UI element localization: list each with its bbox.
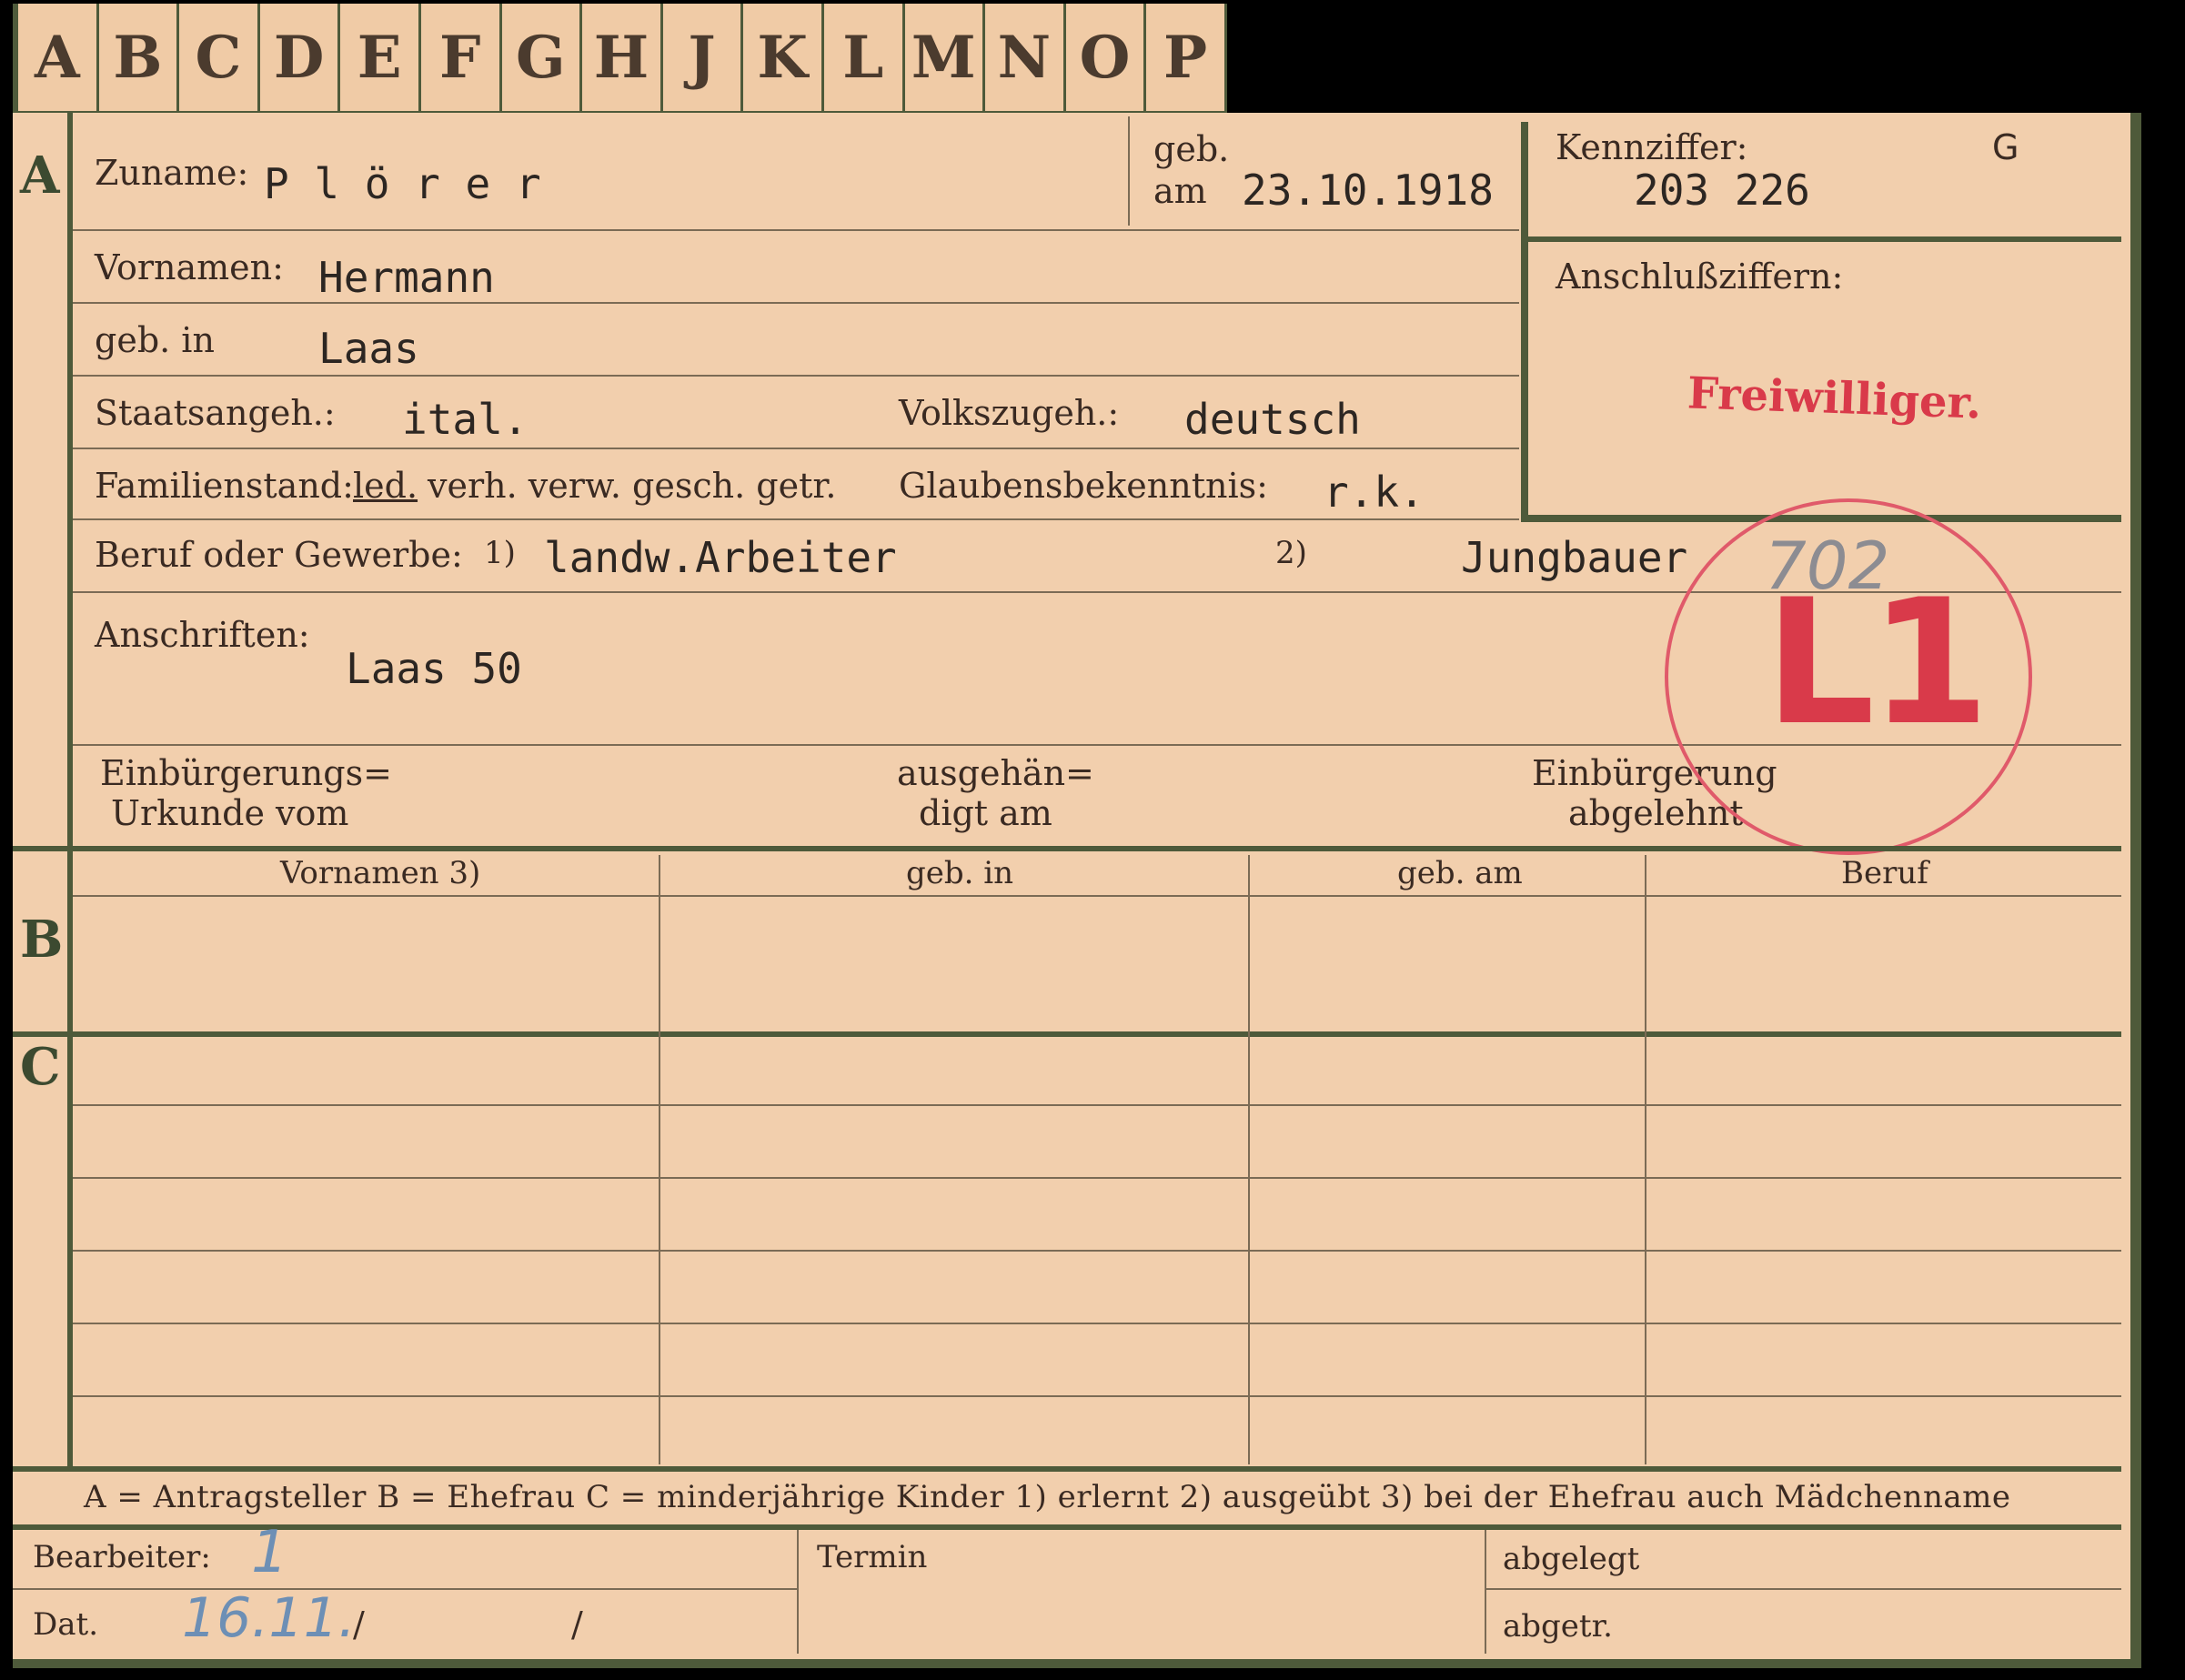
familienstand-options: verh. verw. gesch. getr.	[428, 466, 837, 506]
beruf-footnote-1: 1)	[484, 535, 516, 571]
tab-letter: J	[663, 4, 744, 111]
divider	[67, 850, 73, 1468]
table-row-line	[73, 1177, 2121, 1179]
bearbeiter-value: 1	[251, 1519, 288, 1586]
geb-in-value: Laas	[318, 324, 419, 373]
dat-label: Dat.	[33, 1606, 99, 1643]
divider	[659, 855, 660, 1464]
divider	[73, 895, 2121, 897]
kennziffer-box	[1521, 122, 2121, 522]
bearbeiter-label: Bearbeiter:	[33, 1539, 211, 1575]
anschlussziffern-label: Anschlußziffern:	[1556, 257, 1844, 297]
divider	[73, 302, 1519, 304]
table-row-line	[73, 1395, 2121, 1397]
kennziffer-value: 203 226	[1634, 166, 1810, 215]
beruf-ausgeuebt-value: Jungbauer	[1461, 533, 1688, 582]
divider	[73, 518, 1519, 520]
table-row-line	[73, 1250, 2121, 1252]
geb-in-label: geb. in	[95, 320, 215, 360]
kennziffer-code: G	[1992, 127, 2019, 167]
zuname-label: Zuname:	[95, 153, 249, 193]
divider	[67, 113, 73, 850]
dat-value: 16.11.	[182, 1586, 356, 1650]
tab-letter: A	[13, 4, 99, 111]
einbuergerungsurkunde-label-1: Einbürgerungs=	[100, 753, 392, 793]
glaubensbekenntnis-value: r.k.	[1324, 468, 1425, 517]
tab-letter: C	[179, 4, 260, 111]
volkszugeh-label: Volkszugeh.:	[899, 393, 1120, 433]
table-row-line	[73, 1323, 2121, 1324]
divider	[1128, 116, 1130, 226]
divider	[1521, 236, 2121, 242]
vornamen-value: Hermann	[318, 253, 495, 302]
index-tab-strip: A B C D E F G H J K L M N O P	[13, 4, 1227, 116]
glaubensbekenntnis-label: Glaubensbekenntnis:	[899, 466, 1268, 506]
vornamen-label: Vornamen:	[95, 247, 284, 287]
staatsangeh-label: Staatsangeh.:	[95, 393, 336, 433]
divider	[797, 1530, 799, 1654]
tab-letter: P	[1146, 4, 1227, 111]
divider	[1645, 855, 1646, 1464]
beruf-erlernt-value: landw.Arbeiter	[544, 533, 897, 582]
abgetr-label: abgetr.	[1503, 1608, 1613, 1645]
divider	[1485, 1588, 2121, 1590]
tab-letter: L	[824, 4, 905, 111]
divider	[13, 1031, 2121, 1037]
tab-letter: B	[99, 4, 180, 111]
divider	[13, 1588, 797, 1590]
divider	[73, 375, 1519, 377]
section-b-marker: B	[20, 910, 64, 970]
geb-label: geb.	[1153, 129, 1230, 169]
divider	[1485, 1530, 1486, 1654]
abgelegt-label: abgelegt	[1503, 1541, 1640, 1577]
table-header-beruf: Beruf	[1841, 855, 1928, 891]
termin-label: Termin	[817, 1539, 928, 1575]
table-header-geb-in: geb. in	[906, 855, 1014, 891]
tab-letter: K	[743, 4, 824, 111]
dat-slash: /	[353, 1605, 365, 1645]
anschriften-value: Laas 50	[346, 644, 522, 693]
dat-slash: /	[571, 1605, 583, 1645]
divider	[73, 229, 1519, 231]
table-header-vornamen: Vornamen 3)	[280, 855, 481, 891]
beruf-footnote-2: 2)	[1275, 535, 1307, 571]
divider	[1248, 855, 1250, 1464]
beruf-label: Beruf oder Gewerbe:	[95, 535, 463, 575]
volkszugeh-value: deutsch	[1184, 395, 1361, 444]
anschriften-label: Anschriften:	[95, 615, 310, 655]
table-header-geb-am: geb. am	[1397, 855, 1523, 891]
tab-letter: O	[1066, 4, 1147, 111]
stamp-number: 702	[1765, 528, 1890, 604]
ausgehaendigt-label-2: digt am	[919, 793, 1052, 833]
divider	[13, 846, 2121, 851]
kennziffer-label: Kennziffer:	[1556, 127, 1748, 167]
geb-am-value: 23.10.1918	[1242, 166, 1494, 215]
freiwilliger-stamp: Freiwilliger.	[1687, 367, 1983, 429]
section-c-marker: C	[20, 1037, 61, 1097]
tab-letter: G	[502, 4, 583, 111]
tab-letter: E	[340, 4, 421, 111]
section-a-marker: A	[20, 146, 60, 206]
table-row-line	[73, 1104, 2121, 1106]
familienstand-led: led.	[353, 466, 418, 506]
legend-text: A = Antragsteller B = Ehefrau C = minder…	[84, 1479, 2011, 1515]
tab-letter: H	[582, 4, 663, 111]
tab-letter: F	[421, 4, 502, 111]
divider	[73, 448, 1519, 449]
divider	[13, 1466, 2121, 1472]
ausgehaendigt-label-1: ausgehän=	[897, 753, 1094, 793]
tab-letter: D	[260, 4, 341, 111]
familienstand-label: Familienstand:	[95, 466, 354, 506]
am-label: am	[1153, 171, 1207, 211]
zuname-value: P l ö r e r	[264, 159, 541, 208]
staatsangeh-value: ital.	[402, 395, 529, 444]
einbuergerungsurkunde-label-2: Urkunde vom	[111, 793, 349, 833]
tab-letter: N	[985, 4, 1066, 111]
divider	[13, 1524, 2121, 1530]
tab-letter: M	[905, 4, 986, 111]
